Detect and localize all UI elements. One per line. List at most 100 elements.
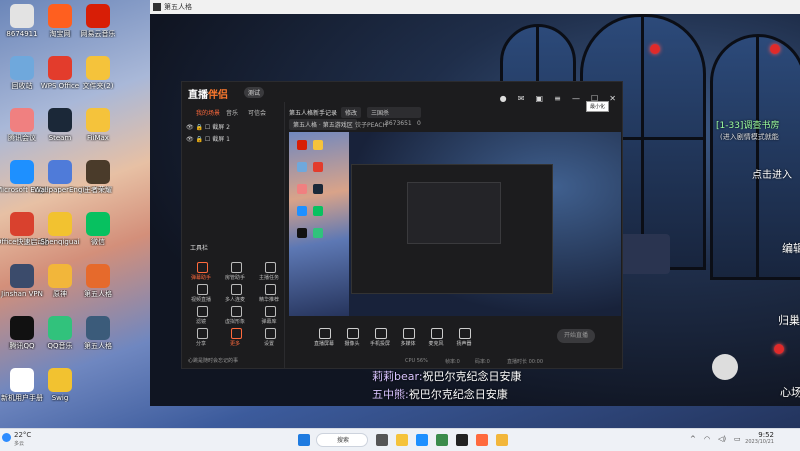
- tool-button[interactable]: 设置: [256, 328, 282, 350]
- game-taskbar-icon[interactable]: [456, 434, 468, 446]
- game-window-title: 第五人格: [164, 3, 192, 11]
- bottom-tip: 心跳是随时会忘记的事: [188, 358, 239, 364]
- stat-cpu: CPU 56%: [405, 358, 428, 364]
- stat-bitrate: 码率:0: [475, 359, 490, 365]
- source-control-icon: [459, 328, 471, 339]
- desktop-icon[interactable]: FiiMax: [76, 104, 120, 150]
- tool-label: 主播任务: [258, 275, 279, 281]
- start-button-icon[interactable]: [298, 434, 310, 446]
- fans-count: 0: [417, 120, 421, 127]
- preview-nested-app-inner: [407, 182, 501, 244]
- tool-button[interactable]: 虚拟形象: [222, 306, 248, 328]
- wifi-icon[interactable]: ◠: [704, 435, 710, 443]
- desktop-app-icon: [48, 368, 72, 392]
- desktop-icon[interactable]: 第五人格: [76, 312, 120, 358]
- side-button-3[interactable]: 心场: [780, 384, 800, 400]
- tool-label: 虚拟形象: [224, 319, 245, 325]
- red-orb-icon: [774, 344, 784, 354]
- scene-item[interactable]: 👁 🔒 ☐ 截屏 2: [186, 122, 230, 131]
- tool-button[interactable]: 更多: [222, 328, 248, 350]
- tool-icon: [265, 284, 276, 295]
- desktop-icon[interactable]: 第五人格: [76, 260, 120, 306]
- click-enter-button[interactable]: 点击进入: [752, 166, 792, 181]
- edge-icon[interactable]: [416, 434, 428, 446]
- volume-icon[interactable]: ◁): [718, 435, 726, 443]
- skull-mask-icon[interactable]: [712, 354, 738, 380]
- tool-button[interactable]: 弹幕助手: [188, 262, 214, 284]
- source-control-button[interactable]: 摄像头: [339, 328, 365, 354]
- chat-line-1: 莉莉bear:祝巴尔克纪念日安康: [372, 370, 522, 383]
- desktop-app-icon: [48, 4, 72, 28]
- file-explorer-icon[interactable]: [396, 434, 408, 446]
- desktop-icon[interactable]: Swig: [38, 364, 82, 410]
- preview-icon: [313, 162, 323, 172]
- source-control-button[interactable]: 多媒体: [395, 328, 421, 354]
- category-select[interactable]: 三国杀: [367, 107, 421, 118]
- task-view-icon[interactable]: [376, 434, 388, 446]
- tool-icon: [197, 262, 208, 273]
- desktop-icon[interactable]: 网易云音乐: [76, 0, 120, 46]
- game-window-titlebar[interactable]: 第五人格: [150, 0, 800, 14]
- stream-app-titlebar[interactable]: 直播伴侣 测试 ● ✉ ▣ ≡ — ☐ ✕: [182, 82, 622, 103]
- tool-button[interactable]: 滤镜: [188, 306, 214, 328]
- desktop-icon[interactable]: 王者荣耀: [76, 156, 120, 202]
- tab-scenes[interactable]: 我的场景: [196, 108, 220, 117]
- desktop-app-icon: [10, 56, 34, 80]
- source-control-icon: [375, 328, 387, 339]
- source-control-button[interactable]: 直播屏幕: [311, 328, 337, 354]
- tool-button[interactable]: 弹幕库: [256, 306, 282, 328]
- tool-button[interactable]: 主播任务: [256, 262, 282, 284]
- weather-widget[interactable]: 22°C 多云: [2, 431, 32, 447]
- store-icon[interactable]: [436, 434, 448, 446]
- source-control-button[interactable]: 手机投屏: [367, 328, 393, 354]
- tool-label: 房管助手: [224, 275, 245, 281]
- tool-icon: [265, 306, 276, 317]
- source-control-icon: [347, 328, 359, 339]
- desktop-icon[interactable]: 文件夹(2): [76, 52, 120, 98]
- desktop-app-icon: [48, 212, 72, 236]
- desktop-icon-label: 王者荣耀: [84, 186, 112, 194]
- edit-button[interactable]: 修改: [341, 107, 362, 118]
- desktop-app-icon: [86, 160, 110, 184]
- start-stream-button[interactable]: 开始直播: [557, 329, 595, 343]
- source-control-button[interactable]: 麦克风: [423, 328, 449, 354]
- tool-icon: [231, 328, 242, 339]
- desktop-icon-label: 第五人格: [84, 290, 112, 298]
- quest-title[interactable]: [1-33]调查书房: [716, 118, 779, 131]
- tool-label: 分享: [195, 341, 206, 347]
- tool-icon: [231, 262, 242, 273]
- side-button-1[interactable]: 编辑: [782, 240, 800, 256]
- temperature: 22°C: [14, 431, 32, 439]
- battery-icon[interactable]: ▭: [734, 435, 741, 443]
- tool-button[interactable]: 多人连麦: [222, 284, 248, 306]
- desktop-icon-label: FiiMax: [87, 134, 109, 142]
- tool-button[interactable]: 精华推荐: [256, 284, 282, 306]
- side-button-2[interactable]: 归巢: [778, 312, 800, 328]
- taskbar-search[interactable]: 搜索: [316, 433, 368, 447]
- tool-button[interactable]: 分享: [188, 328, 214, 350]
- tab-other[interactable]: 可信会: [248, 108, 266, 117]
- preview-icon: [297, 228, 307, 238]
- preview-icon: [313, 228, 323, 238]
- taskbar-app-icon[interactable]: [496, 434, 508, 446]
- tab-music[interactable]: 音乐: [226, 108, 238, 117]
- tool-label: 弹幕库: [261, 319, 277, 325]
- red-orb-icon: [650, 44, 660, 54]
- desktop-app-icon: [86, 108, 110, 132]
- source-control-button[interactable]: 扬声器: [451, 328, 477, 354]
- tool-label: 滤镜: [195, 319, 206, 325]
- tool-button[interactable]: 房管助手: [222, 262, 248, 284]
- desktop-icon-label: 网易云音乐: [80, 30, 116, 38]
- stream-preview[interactable]: [289, 132, 621, 316]
- desktop-icon[interactable]: 微信: [76, 208, 120, 254]
- scene-item[interactable]: 👁 🔒 ☐ 截屏 1: [186, 134, 230, 143]
- tray-chevron-icon[interactable]: ^: [690, 435, 696, 443]
- stream-app-window[interactable]: 直播伴侣 测试 ● ✉ ▣ ≡ — ☐ ✕ 我的场景 音乐 可信会 👁 🔒 ☐ …: [181, 81, 623, 369]
- clock[interactable]: 9:52 2023/10/21: [745, 431, 774, 445]
- tool-button[interactable]: 视频直播: [188, 284, 214, 306]
- tool-label: 弹幕助手: [190, 275, 211, 281]
- desktop-app-icon: [48, 264, 72, 288]
- stream-app-taskbar-icon[interactable]: [476, 434, 488, 446]
- preview-icon: [297, 184, 307, 194]
- tool-label: 多人连麦: [224, 297, 245, 303]
